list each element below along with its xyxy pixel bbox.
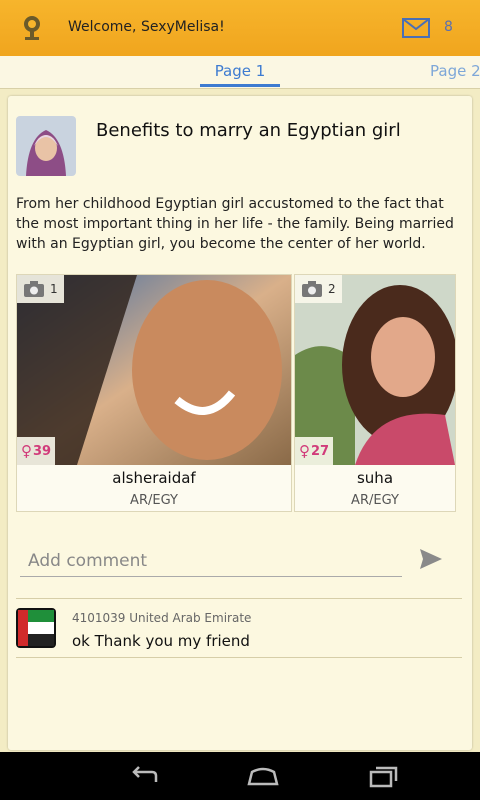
- tab-page-2[interactable]: Page 2: [430, 62, 480, 80]
- active-tab-indicator: [200, 84, 280, 87]
- comment-meta: 4101039 United Arab Emirate: [72, 611, 252, 625]
- age-badge: ♀ 39: [17, 437, 56, 465]
- camera-icon: [24, 281, 44, 297]
- female-icon: ♀: [299, 442, 310, 460]
- photo-count: 2: [328, 282, 336, 296]
- recents-icon[interactable]: [368, 764, 400, 788]
- page-tabs: Page 1 Page 2: [0, 56, 480, 89]
- photo-count: 1: [50, 282, 58, 296]
- message-count[interactable]: 8: [444, 19, 453, 35]
- profile-country: AR/EGY: [351, 493, 399, 508]
- app-logo-icon[interactable]: [18, 14, 46, 42]
- divider: [16, 598, 462, 599]
- post-title: Benefits to marry an Egyptian girl: [96, 120, 401, 141]
- comment-input[interactable]: Add comment: [20, 545, 402, 577]
- uae-flag-icon[interactable]: [16, 608, 56, 648]
- age-badge: ♀ 27: [295, 437, 334, 465]
- age: 27: [311, 443, 330, 459]
- photo-count-badge: 1: [17, 275, 64, 303]
- profile-card[interactable]: 2 ♀ 27 suha AR/EGY: [294, 274, 456, 512]
- welcome-text: Welcome, SexyMelisa!: [68, 19, 225, 35]
- profile-name: suha: [356, 469, 394, 487]
- profile-photo[interactable]: [17, 275, 291, 465]
- female-icon: ♀: [21, 442, 32, 460]
- comment-text: ok Thank you my friend: [72, 632, 250, 650]
- top-bar: Welcome, SexyMelisa! 8: [0, 0, 480, 56]
- profile-card[interactable]: 1 ♀ 39 alsheraidaf AR/EGY: [16, 274, 292, 512]
- profile-country: AR/EGY: [130, 493, 178, 508]
- age: 39: [33, 443, 52, 459]
- send-icon[interactable]: [418, 546, 444, 572]
- back-icon[interactable]: [128, 764, 160, 788]
- tab-page-1[interactable]: Page 1: [200, 62, 280, 80]
- home-icon[interactable]: [246, 764, 280, 788]
- mail-icon[interactable]: [402, 18, 430, 38]
- author-avatar[interactable]: [16, 116, 76, 176]
- system-nav-bar: [0, 752, 480, 800]
- post-body: From her childhood Egyptian girl accusto…: [16, 196, 454, 252]
- divider: [16, 657, 462, 658]
- photo-count-badge: 2: [295, 275, 342, 303]
- camera-icon: [302, 281, 322, 297]
- profile-name: alsheraidaf: [112, 469, 196, 487]
